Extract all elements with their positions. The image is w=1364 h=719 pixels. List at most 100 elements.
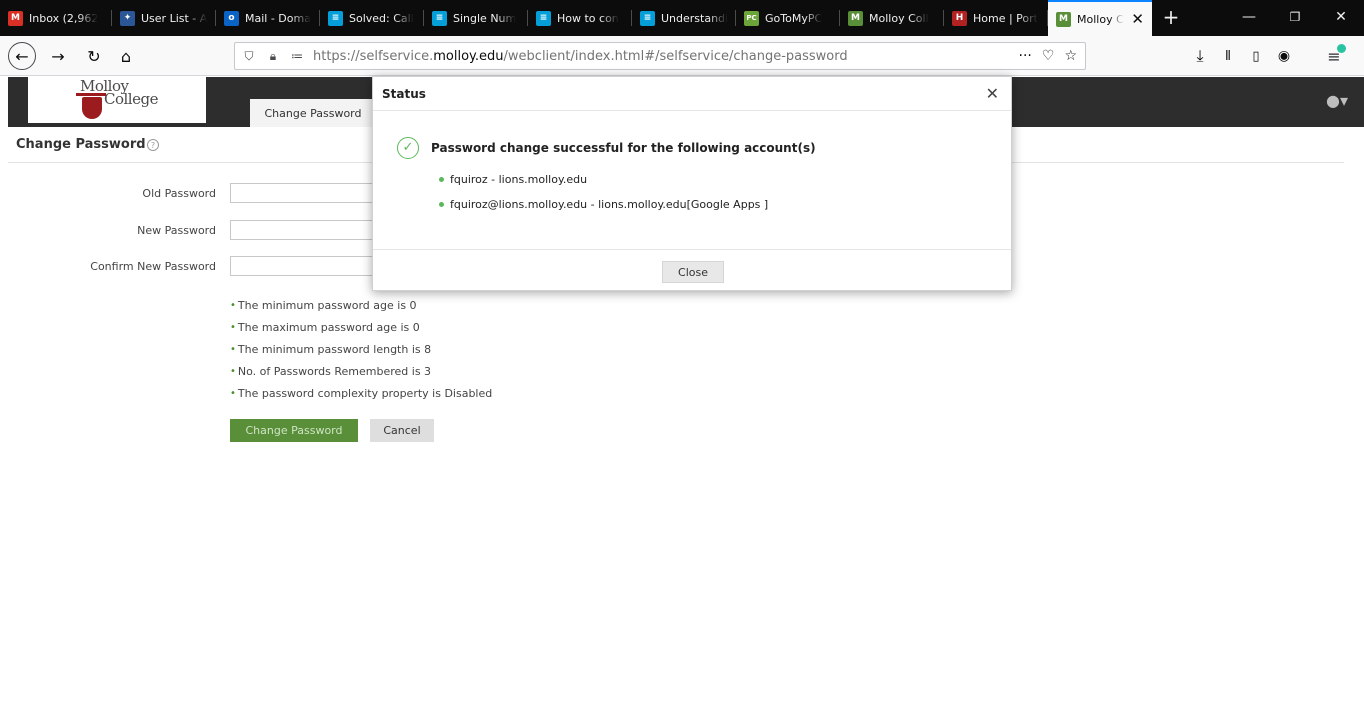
- new-password-input[interactable]: [230, 220, 376, 240]
- list-item: • The maximum password age is 0: [230, 320, 420, 334]
- downloads-icon[interactable]: ⤓: [1188, 42, 1212, 70]
- reload-icon: ↻: [87, 46, 101, 66]
- url-domain: molloy.edu: [433, 48, 504, 64]
- browser-tab-strip: M Inbox (2,962 ✦ User List - A o Mail - Dom…: [0, 0, 1364, 36]
- new-password-label: New Password: [137, 224, 216, 237]
- outlook-icon: o: [224, 10, 239, 26]
- browser-tab-gmail[interactable]: M Inbox (2,962: [0, 0, 112, 36]
- confirm-password-label: Confirm New Password: [90, 260, 216, 273]
- bookmark-star-icon[interactable]: ☆: [1064, 48, 1077, 64]
- browser-tab-understanding[interactable]: ≡ Understandi: [632, 0, 736, 36]
- logo-line-2: College: [104, 90, 158, 108]
- close-icon[interactable]: ✕: [986, 84, 999, 103]
- account-text: fquiroz@lions.molloy.edu - lions.molloy.…: [450, 198, 769, 211]
- list-item: • The minimum password age is 0: [230, 298, 417, 312]
- tab-change-password[interactable]: Change Password: [250, 99, 376, 127]
- url-text[interactable]: https://selfservice.molloy.edu/webclient…: [313, 49, 848, 64]
- home-icon: ⌂: [120, 46, 132, 66]
- reload-button[interactable]: ↻: [80, 42, 108, 70]
- confirm-password-input[interactable]: [230, 256, 376, 276]
- cisco-icon: ≡: [640, 10, 655, 26]
- status-dialog: Status ✕ ✓ Password change successful fo…: [372, 76, 1012, 291]
- old-password-label: Old Password: [142, 187, 216, 200]
- dialog-footer-divider: [373, 249, 1011, 250]
- page-actions-icon[interactable]: ···: [1019, 48, 1032, 64]
- status-message: Password change successful for the follo…: [431, 141, 816, 155]
- library-icon[interactable]: ⫴: [1216, 42, 1240, 70]
- list-item: • The minimum password length is 8: [230, 342, 432, 356]
- pocket-icon[interactable]: ♡: [1042, 48, 1055, 64]
- forward-button[interactable]: →: [44, 42, 72, 70]
- list-item: • No. of Passwords Remembered is 3: [230, 364, 432, 378]
- college-logo[interactable]: Molloy College: [28, 77, 206, 123]
- change-password-button[interactable]: Change Password: [230, 419, 358, 442]
- user-menu-icon[interactable]: ●▾: [1326, 91, 1348, 110]
- list-item: fquiroz - lions.molloy.edu: [439, 173, 587, 186]
- cisco-icon: ≡: [536, 10, 551, 26]
- new-tab-button[interactable]: +: [1156, 2, 1186, 34]
- rule-text: The maximum password age is 0: [237, 320, 420, 334]
- url-path: /webclient/index.html#/selfservice/chang…: [503, 48, 848, 64]
- old-password-input[interactable]: [230, 183, 376, 203]
- rule-text: The minimum password length is 8: [237, 342, 432, 356]
- help-icon[interactable]: ?: [147, 139, 159, 151]
- account-icon[interactable]: ◉: [1272, 42, 1296, 70]
- minimize-icon[interactable]: —: [1226, 0, 1272, 36]
- tab-title: Understandi: [661, 11, 729, 25]
- url-bar[interactable]: ⛉ 🔒︎ ≔ https://selfservice.molloy.edu/we…: [234, 42, 1086, 70]
- cisco-icon: ≡: [432, 10, 447, 26]
- molloy-icon: M: [1056, 11, 1071, 27]
- close-tab-icon[interactable]: ✕: [1131, 10, 1144, 28]
- password-rules: • The minimum password age is 0 • The maxi…: [230, 294, 492, 404]
- tracking-shield-icon[interactable]: ⛉: [239, 49, 259, 64]
- close-window-icon[interactable]: ✕: [1318, 0, 1364, 36]
- tab-title: Single Num: [453, 11, 517, 25]
- browser-tab-molloy-college[interactable]: M Molloy Coll: [840, 0, 944, 36]
- permissions-icon[interactable]: ≔: [287, 49, 307, 63]
- browser-tab-gotomypc[interactable]: PC GoToMyPC: [736, 0, 840, 36]
- tab-title: Mail - Doma: [245, 11, 311, 25]
- sidebar-icon[interactable]: ▯: [1244, 42, 1268, 70]
- rule-text: The password complexity property is Disa…: [237, 386, 493, 400]
- browser-tab-solved[interactable]: ≡ Solved: Call: [320, 0, 424, 36]
- gotomypc-icon: PC: [744, 10, 759, 26]
- shield-icon: ✦: [120, 10, 135, 26]
- back-arrow-icon: ←: [15, 46, 29, 66]
- restore-icon[interactable]: ❐: [1272, 0, 1318, 36]
- rule-text: No. of Passwords Remembered is 3: [237, 364, 432, 378]
- page-title: Change Password: [16, 137, 146, 152]
- browser-nav-bar: ← → ↻ ⌂ ⛉ 🔒︎ ≔ https://selfservice.mollo…: [0, 36, 1364, 76]
- crest-icon: [82, 97, 102, 119]
- browser-tab-single-num[interactable]: ≡ Single Num: [424, 0, 528, 36]
- back-button[interactable]: ←: [8, 42, 36, 70]
- list-item: • The password complexity property is Dis…: [230, 386, 493, 400]
- browser-tab-home-portal[interactable]: H Home | Port: [944, 0, 1048, 36]
- list-item: fquiroz@lions.molloy.edu - lions.molloy.…: [439, 198, 768, 211]
- home-button[interactable]: ⌂: [112, 42, 140, 70]
- close-button[interactable]: Close: [662, 261, 724, 283]
- lock-icon[interactable]: 🔒︎: [263, 49, 283, 64]
- tab-title: Molloy C: [1077, 12, 1124, 26]
- gmail-icon: M: [8, 10, 23, 26]
- account-text: fquiroz - lions.molloy.edu: [450, 173, 588, 186]
- bullet-icon: [439, 177, 444, 182]
- browser-tab-active[interactable]: M Molloy C ✕: [1048, 0, 1152, 36]
- browser-tab-user-list[interactable]: ✦ User List - A: [112, 0, 216, 36]
- success-check-icon: ✓: [397, 137, 419, 159]
- tab-title: Home | Port: [973, 11, 1038, 25]
- rule-text: The minimum password age is 0: [237, 298, 417, 312]
- dialog-header: Status ✕: [373, 77, 1011, 111]
- menu-update-icon[interactable]: ≡: [1320, 42, 1348, 70]
- tab-title: GoToMyPC: [765, 11, 823, 25]
- browser-tab-mail[interactable]: o Mail - Doma: [216, 0, 320, 36]
- cancel-button[interactable]: Cancel: [370, 419, 434, 442]
- bullet-icon: [439, 202, 444, 207]
- tab-title: Molloy Coll: [869, 11, 929, 25]
- dialog-title: Status: [382, 87, 426, 101]
- forward-arrow-icon: →: [51, 46, 65, 66]
- url-prefix: https://selfservice.: [313, 48, 434, 64]
- tab-title: How to con: [557, 11, 619, 25]
- molloy-icon: M: [848, 10, 863, 26]
- portal-icon: H: [952, 10, 967, 26]
- browser-tab-how-to[interactable]: ≡ How to con: [528, 0, 632, 36]
